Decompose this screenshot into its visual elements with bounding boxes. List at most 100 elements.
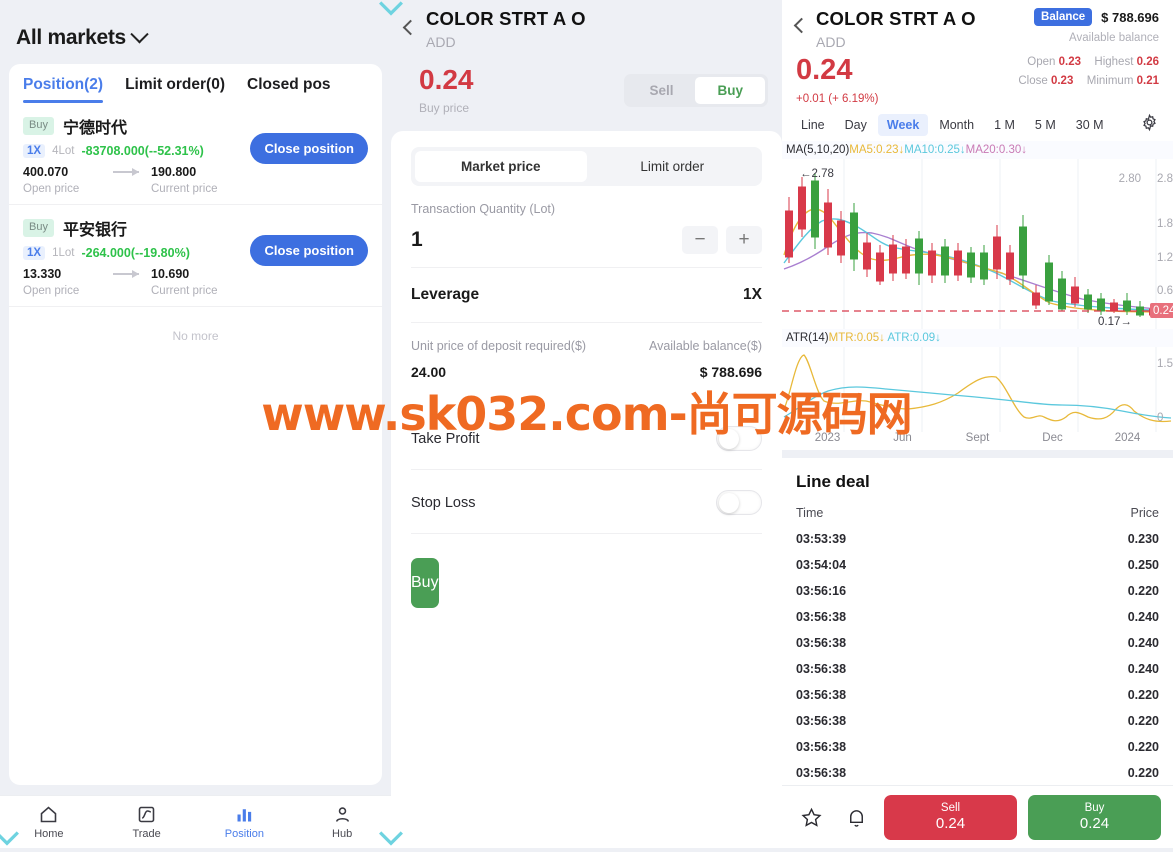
hub-icon [335, 807, 349, 822]
positions-tabs: Position(2) Limit order(0) Closed pos [9, 64, 382, 103]
leverage-row[interactable]: Leverage 1X [411, 268, 762, 323]
nav-label: Position [224, 828, 264, 840]
arrow-right-icon [113, 271, 147, 277]
timeframe-line[interactable]: Line [792, 114, 834, 136]
close-position-button[interactable]: Close position [250, 133, 368, 164]
ma-title: MA(5,10,20) [786, 144, 850, 156]
deal-time: 03:56:38 [796, 740, 847, 754]
chart-settings-button[interactable] [1140, 113, 1163, 137]
deal-row: 03:56:38 0.240 [796, 604, 1159, 630]
take-profit-row: Take Profit [411, 406, 762, 470]
available-balance-value: $ 788.696 [699, 364, 762, 380]
back-arrow-icon[interactable] [402, 19, 419, 36]
quantity-value[interactable]: 1 [411, 228, 423, 252]
market-header: COLOR STRT A O ADD Balance $ 788.696 Ava… [782, 0, 1173, 56]
favorite-button[interactable] [794, 806, 828, 829]
y-tick-4: 0.60 [1157, 285, 1173, 297]
tab-closed-position[interactable]: Closed pos [247, 76, 331, 103]
stat-open-label: Open [1027, 56, 1056, 68]
corner-mark-icon [379, 1, 403, 16]
side-buy-button[interactable]: Buy [695, 77, 765, 104]
deal-price: 0.220 [1127, 584, 1159, 598]
back-arrow-icon[interactable] [793, 17, 810, 34]
timeframe-month[interactable]: Month [930, 114, 983, 136]
order-type-segmented: Market price Limit order [411, 147, 762, 186]
current-price-value: 190.800 [151, 165, 197, 179]
deal-price: 0.220 [1127, 688, 1159, 702]
buy-action-button[interactable]: Buy 0.24 [1028, 794, 1161, 840]
stat-minimum-label: Minimum [1086, 75, 1134, 87]
leverage-chip: 1X [23, 246, 46, 260]
buy-price-value: 0.24 [419, 64, 474, 95]
quantity-decrement-button[interactable]: − [682, 226, 718, 254]
deal-header-price: Price [1130, 506, 1159, 520]
timeframe-1m[interactable]: 1 M [985, 114, 1024, 136]
timeframe-day[interactable]: Day [836, 114, 876, 136]
available-balance-label: Available balance($) [648, 339, 762, 353]
deal-row: 03:54:04 0.250 [796, 552, 1159, 578]
deal-row: 03:56:38 0.220 [796, 708, 1159, 734]
deal-price: 0.230 [1127, 532, 1159, 546]
instrument-name: 宁德时代 [62, 120, 127, 137]
order-type-market[interactable]: Market price [415, 151, 587, 182]
order-type-limit[interactable]: Limit order [587, 151, 759, 182]
pnl-value: -83708.000(--52.31%) [81, 144, 204, 158]
y-tick-1: 2.80 [1157, 173, 1173, 185]
close-position-button[interactable]: Close position [250, 235, 368, 266]
ma-indicator-bar: MA(5,10,20)MA5:0.23↓MA10:0.25↓MA20:0.30↓ [782, 141, 1173, 159]
deposit-label: Unit price of deposit required($) [411, 339, 587, 353]
side-sell-button[interactable]: Sell [627, 77, 695, 104]
chart-x-axis: 2023 Jun Sept Dec 2024 [782, 432, 1173, 450]
ma20-value: MA20:0.30↓ [965, 144, 1028, 156]
alerts-button[interactable] [839, 806, 873, 829]
order-form: Market price Limit order Transaction Qua… [391, 131, 782, 848]
market-detail-panel: COLOR STRT A O ADD Balance $ 788.696 Ava… [782, 0, 1173, 848]
tab-position[interactable]: Position(2) [23, 76, 104, 103]
mtr-value: MTR:0.05↓ [828, 332, 885, 344]
balance-badge[interactable]: Balance [1034, 8, 1093, 26]
stop-loss-toggle[interactable] [716, 490, 762, 515]
deal-price: 0.240 [1127, 636, 1159, 650]
nav-label: Hub [332, 828, 353, 840]
timeframe-30m[interactable]: 30 M [1067, 114, 1113, 136]
quantity-field: Transaction Quantity (Lot) 1 − + [411, 186, 762, 268]
deal-row: 03:56:16 0.220 [796, 578, 1159, 604]
submit-buy-button[interactable]: Buy [411, 558, 439, 608]
markets-selector[interactable]: All markets [0, 0, 391, 64]
deal-row: 03:56:38 0.240 [796, 630, 1159, 656]
position-row[interactable]: Buy 宁德时代 1X 4Lot -83708.000(--52.31%) 40… [9, 103, 382, 205]
nav-item-hub[interactable]: Hub [293, 804, 391, 840]
tab-limit-order[interactable]: Limit order(0) [125, 76, 225, 103]
chart-high-annotation: ←2.78 [800, 168, 834, 180]
quantity-increment-button[interactable]: + [726, 226, 762, 254]
deal-price: 0.220 [1127, 714, 1159, 728]
deal-price: 0.240 [1127, 610, 1159, 624]
balance-block: Balance $ 788.696 Available balance [1034, 8, 1159, 44]
deal-row: 03:56:38 0.220 [796, 734, 1159, 760]
bottom-navigation: Home Trade Position Hub [0, 795, 391, 848]
star-icon [800, 807, 822, 827]
leverage-value: 1X [743, 286, 762, 303]
stat-highest-label: Highest [1094, 56, 1134, 68]
deal-time: 03:56:38 [796, 662, 847, 676]
take-profit-label: Take Profit [411, 430, 480, 447]
sell-action-button[interactable]: Sell 0.24 [884, 794, 1017, 840]
take-profit-toggle[interactable] [716, 426, 762, 451]
price-chart[interactable]: ←2.78 0.17→ 2.80 2.80 1.80 1.20 0.60 0.2… [782, 159, 1173, 329]
x-tick-dec: Dec [1042, 432, 1063, 444]
deal-row: 03:53:39 0.230 [796, 526, 1159, 552]
x-tick-2023: 2023 [814, 432, 841, 444]
nav-item-trade[interactable]: Trade [98, 804, 196, 840]
pnl-value: -264.000(--19.80%) [81, 246, 190, 260]
timeframe-5m[interactable]: 5 M [1026, 114, 1065, 136]
nav-item-position[interactable]: Position [196, 804, 294, 840]
stop-loss-label: Stop Loss [411, 494, 476, 511]
atr-chart[interactable]: 1.50 0 [782, 347, 1173, 432]
deal-row: 03:56:38 0.220 [796, 760, 1159, 785]
stop-loss-row: Stop Loss [411, 470, 762, 534]
app-root: All markets Position(2) Limit order(0) C… [0, 0, 1173, 848]
open-price-label: Open price [23, 183, 80, 195]
lot-size: 4Lot [52, 145, 75, 157]
position-row[interactable]: Buy 平安银行 1X 1Lot -264.000(--19.80%) 13.3… [9, 205, 382, 307]
timeframe-week[interactable]: Week [877, 114, 929, 136]
